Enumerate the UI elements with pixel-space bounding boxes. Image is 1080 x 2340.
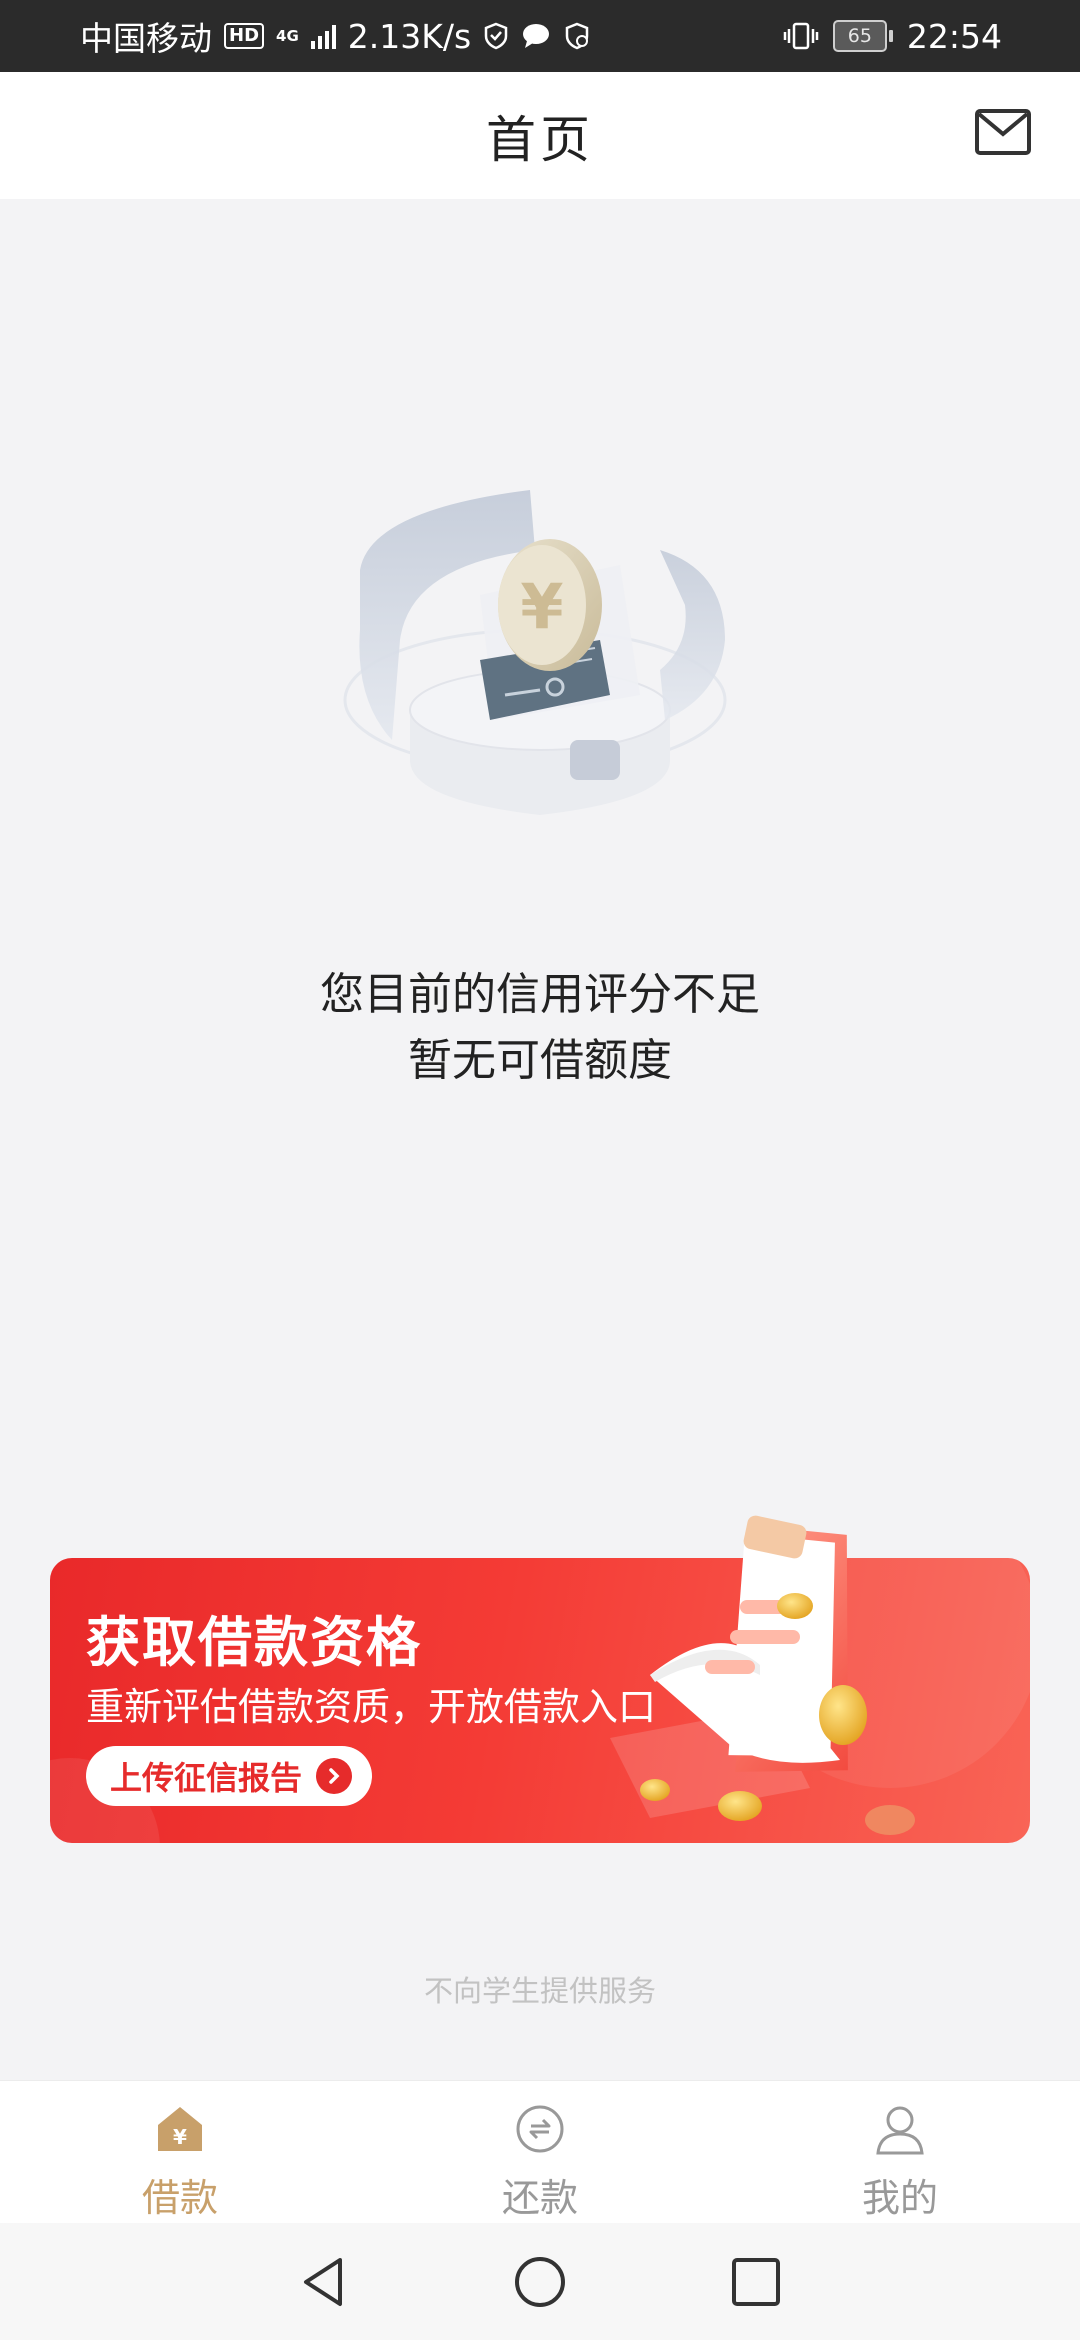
banner-subtitle: 重新评估借款资质，开放借款入口 (86, 1685, 657, 1729)
loan-eligibility-banner[interactable]: 获取借款资格 重新评估借款资质，开放借款入口 上传征信报告 (50, 1515, 1030, 1843)
carrier-name: 中国移动 (80, 19, 212, 58)
shield-icon (484, 22, 508, 50)
system-navigation-bar (0, 2223, 1080, 2340)
status-bar: 中国移动 HD 4G 2.13K/s 65 22:54 (0, 0, 1080, 72)
tab-profile[interactable]: 我的 (720, 2081, 1080, 2224)
tab-repay-label: 还款 (501, 2176, 578, 2220)
back-icon[interactable] (296, 2254, 352, 2310)
network-speed: 2.13K/s (347, 16, 472, 56)
vibrate-icon (783, 22, 819, 50)
home-icon[interactable] (512, 2254, 568, 2310)
hd-icon: HD (224, 23, 265, 49)
page-title: 首页 (486, 110, 594, 169)
recents-icon[interactable] (728, 2254, 784, 2310)
chevron-right-icon (316, 1758, 353, 1794)
credit-status-text: 您目前的信用评分不足 (320, 969, 760, 1020)
no-students-notice: 不向学生提供服务 (423, 1974, 656, 2008)
banner-title: 获取借款资格 (86, 1611, 422, 1674)
top-app-bar: 首页 (0, 72, 1080, 199)
svg-text:¥: ¥ (520, 570, 563, 643)
tab-profile-label: 我的 (861, 2176, 938, 2220)
clipboard-coins-illustration (640, 1515, 915, 1835)
battery-icon: 65 (832, 20, 893, 52)
profile-icon (876, 2106, 924, 2155)
bottom-tab-bar: ¥ 借款 还款 我的 (0, 2080, 1080, 2224)
network-type: 4G (276, 27, 299, 45)
tab-loan[interactable]: ¥ 借款 (0, 2081, 360, 2224)
mail-icon[interactable] (974, 108, 1032, 156)
clock-time: 22:54 (906, 16, 1002, 56)
signal-icon (310, 23, 336, 49)
upload-button-label: 上传征信报告 (110, 1759, 303, 1797)
svg-text:¥: ¥ (173, 2125, 187, 2149)
loan-home-icon: ¥ (158, 2107, 202, 2151)
chat-bubble-icon (523, 24, 550, 48)
upload-credit-report-button[interactable]: 上传征信报告 (86, 1746, 373, 1806)
tab-loan-label: 借款 (141, 2176, 218, 2220)
no-credit-limit-text: 暂无可借额度 (408, 1035, 672, 1086)
empty-credit-illustration: ¥ (343, 490, 727, 815)
tab-repay[interactable]: 还款 (360, 2081, 720, 2224)
repay-icon (516, 2105, 564, 2153)
security-icon (565, 22, 589, 50)
